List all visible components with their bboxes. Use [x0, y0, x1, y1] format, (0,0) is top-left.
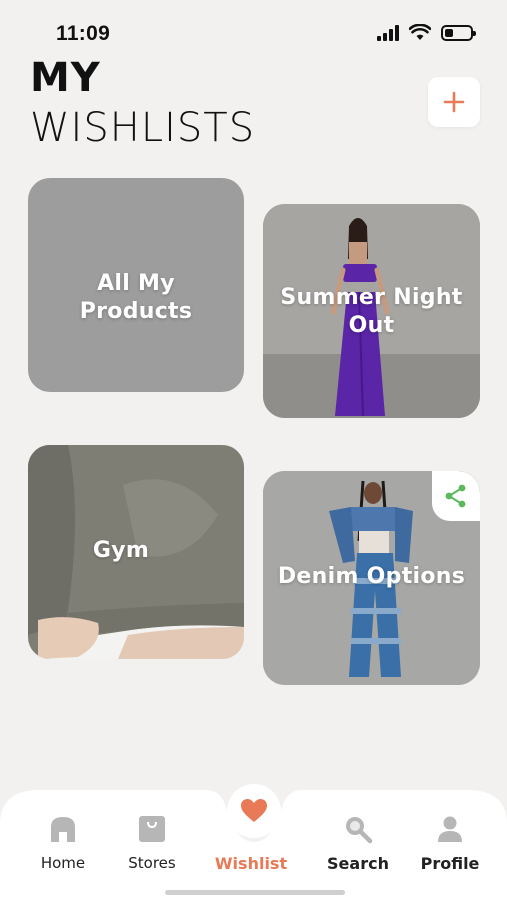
share-icon	[445, 484, 466, 508]
wishlist-card-label: All My Products	[79, 271, 193, 324]
nav-home[interactable]: Home	[18, 812, 108, 872]
nav-label-active: Wishlist	[214, 854, 288, 873]
nav-label: Stores	[128, 854, 176, 872]
home-icon	[51, 817, 75, 842]
wishlist-card-all-products[interactable]: All My Products	[28, 178, 244, 392]
wishlist-card-label: Gym	[92, 538, 150, 563]
wifi-icon	[409, 24, 431, 40]
search-icon	[346, 817, 373, 844]
nav-label: Search	[327, 854, 389, 873]
nav-wishlist[interactable]: Wishlist	[206, 812, 296, 873]
plus-icon	[443, 91, 465, 113]
bag-icon	[139, 816, 165, 842]
home-indicator	[165, 890, 345, 895]
nav-profile[interactable]: Profile	[405, 812, 495, 873]
add-wishlist-button[interactable]	[428, 77, 480, 127]
nav-stores[interactable]: Stores	[107, 812, 197, 872]
wishlist-card-label: Denim Options	[277, 564, 466, 589]
status-bar: 11:09	[0, 0, 507, 60]
battery-icon	[441, 24, 476, 41]
nav-label: Profile	[420, 854, 480, 873]
wishlist-card-label: Summer Night Out	[280, 285, 463, 338]
page-title-line1: MY	[30, 55, 101, 101]
status-icons	[377, 24, 476, 41]
wishlist-card-gym[interactable]: Gym	[28, 445, 244, 659]
nav-label: Home	[40, 854, 86, 872]
wishlist-card-denim-options[interactable]: Denim Options	[263, 471, 480, 685]
profile-icon	[438, 816, 462, 842]
status-time: 11:09	[56, 22, 111, 45]
page-title-line2: WISHLISTS	[30, 105, 256, 151]
share-wishlist-button[interactable]	[432, 471, 480, 521]
cellular-signal-icon	[377, 24, 399, 41]
nav-search[interactable]: Search	[313, 812, 403, 873]
wishlist-card-summer-night-out[interactable]: Summer Night Out	[263, 204, 480, 418]
